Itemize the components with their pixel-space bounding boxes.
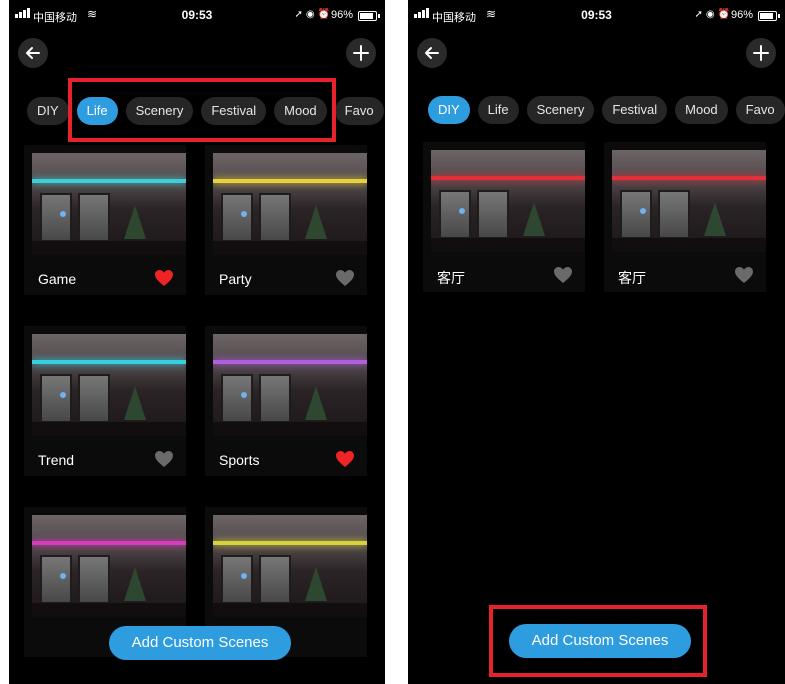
tab-favo[interactable]: Favo bbox=[334, 97, 384, 125]
arrow-left-icon bbox=[425, 47, 439, 59]
scene-card[interactable]: Sports bbox=[205, 326, 367, 476]
add-custom-scenes-button[interactable]: Add Custom Scenes bbox=[109, 626, 291, 660]
scene-thumbnail bbox=[612, 150, 766, 252]
scene-name: Game bbox=[38, 271, 77, 287]
battery-percent: 96% bbox=[730, 9, 753, 21]
add-button[interactable] bbox=[746, 38, 776, 68]
status-bar: 中国移动 ≋ 09:53 ➚◉⏰ 96% bbox=[408, 6, 785, 26]
scene-thumbnail bbox=[32, 153, 186, 255]
scene-thumbnail bbox=[213, 334, 367, 436]
add-button[interactable] bbox=[346, 38, 376, 68]
tab-diy[interactable]: DIY bbox=[27, 97, 69, 125]
scene-thumbnail bbox=[32, 515, 186, 617]
heart-icon[interactable] bbox=[734, 266, 754, 284]
heart-icon[interactable] bbox=[154, 450, 174, 468]
battery-percent: 96% bbox=[330, 9, 353, 21]
scene-grid: Game Party Trend Sports bbox=[24, 145, 370, 657]
highlight-box-add-button bbox=[489, 605, 707, 677]
scene-name: Trend bbox=[38, 452, 75, 468]
category-tabs: DIY Life Scenery Festival Mood Favo bbox=[408, 96, 785, 128]
heart-filled-icon[interactable] bbox=[335, 450, 355, 468]
scene-name: Party bbox=[219, 271, 252, 287]
tab-scenery[interactable]: Scenery bbox=[526, 96, 595, 124]
tab-festival[interactable]: Festival bbox=[602, 96, 668, 124]
status-icons: ➚◉⏰ bbox=[694, 9, 733, 20]
tab-diy[interactable]: DIY bbox=[428, 96, 470, 124]
scene-card[interactable]: 客厅 bbox=[423, 142, 585, 292]
back-button[interactable] bbox=[417, 38, 447, 68]
scene-card[interactable]: Party bbox=[205, 145, 367, 295]
battery-icon bbox=[358, 11, 380, 21]
scene-grid: 客厅 客厅 bbox=[423, 142, 770, 312]
heart-icon[interactable] bbox=[335, 269, 355, 287]
tab-mood[interactable]: Mood bbox=[675, 96, 728, 124]
scene-card[interactable]: 客厅 bbox=[604, 142, 766, 292]
scene-card[interactable]: Trend bbox=[24, 326, 186, 476]
battery-icon bbox=[758, 11, 780, 21]
scene-name: 客厅 bbox=[618, 270, 646, 286]
scene-name: 客厅 bbox=[437, 270, 465, 286]
status-bar: 中国移动 ≋ 09:53 ➚◉⏰ 96% bbox=[9, 6, 385, 26]
arrow-left-icon bbox=[26, 47, 40, 59]
tab-life[interactable]: Life bbox=[477, 96, 519, 124]
scene-name: Sports bbox=[219, 452, 260, 468]
heart-filled-icon[interactable] bbox=[154, 269, 174, 287]
scene-thumbnail bbox=[431, 150, 585, 252]
back-button[interactable] bbox=[18, 38, 48, 68]
heart-icon[interactable] bbox=[553, 266, 573, 284]
tab-favo[interactable]: Favo bbox=[735, 96, 785, 124]
scene-thumbnail bbox=[32, 334, 186, 436]
scene-thumbnail bbox=[213, 515, 367, 617]
scene-card[interactable]: Game bbox=[24, 145, 186, 295]
status-icons: ➚◉⏰ bbox=[294, 9, 333, 20]
scene-thumbnail bbox=[213, 153, 367, 255]
phone-screen-diy: 中国移动 ≋ 09:53 ➚◉⏰ 96% DIY Life Scenery Festi… bbox=[408, 0, 785, 684]
highlight-box-tabs bbox=[68, 78, 336, 142]
